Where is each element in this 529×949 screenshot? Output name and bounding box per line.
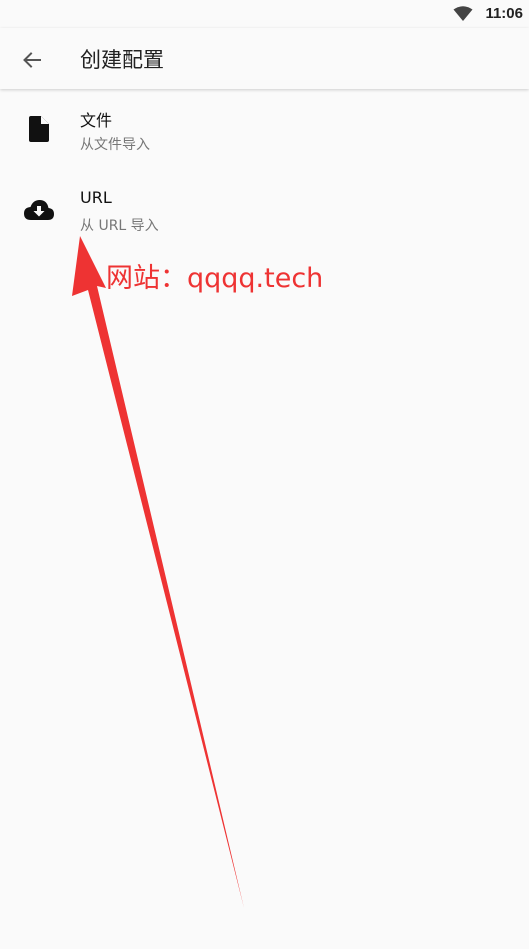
list-item-file[interactable]: 文件 从文件导入 xyxy=(0,90,529,171)
list-item-title: URL xyxy=(80,188,112,207)
page-title: 创建配置 xyxy=(80,48,164,72)
status-time: 11:06 xyxy=(485,5,523,22)
back-button[interactable] xyxy=(14,42,50,78)
screen: 11:06 创建配置 文件 从文件导入 URL 从 URL 导入 网站：qqqq… xyxy=(0,0,529,949)
app-bar: 创建配置 xyxy=(0,28,529,89)
status-bar: 11:06 xyxy=(0,0,529,28)
item-icon-wrapper xyxy=(22,112,56,146)
list-item-subtitle: 从 URL 导入 xyxy=(80,218,159,234)
watermark-text: 网站：qqqq.tech xyxy=(106,263,324,294)
list-item-subtitle: 从文件导入 xyxy=(80,137,150,153)
arrow-back-icon xyxy=(23,52,41,68)
file-icon xyxy=(29,116,49,142)
wifi-icon xyxy=(453,6,473,21)
import-options-list: 文件 从文件导入 URL 从 URL 导入 xyxy=(0,90,529,252)
item-icon-wrapper xyxy=(22,193,56,227)
cloud-download-icon xyxy=(24,200,54,220)
list-item-url[interactable]: URL 从 URL 导入 xyxy=(0,171,529,252)
list-item-title: 文件 xyxy=(80,111,113,130)
